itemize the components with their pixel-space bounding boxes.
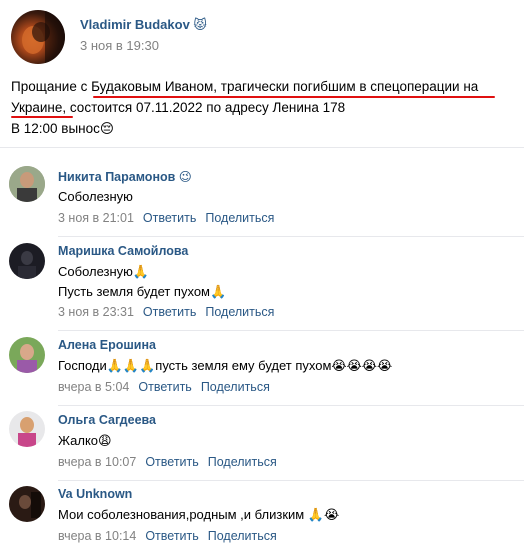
commenter-name[interactable]: Va Unknown <box>58 487 132 501</box>
post-text-segment: Прощание с <box>11 79 92 94</box>
comment-meta: 3 ноя в 23:31 Ответить Поделиться <box>58 305 274 319</box>
post-header: Vladimir Budakov 😾 3 ноя в 19:30 <box>0 0 524 70</box>
comment-text: Соболезную <box>58 189 133 204</box>
share-link[interactable]: Поделиться <box>208 529 277 543</box>
share-link[interactable]: Поделиться <box>208 455 277 469</box>
red-underline-mark <box>93 96 495 98</box>
comment-time[interactable]: 3 ноя в 23:31 <box>58 305 134 319</box>
comment-text: Мои соболезнования,родным ,и близким 🙏😭 <box>58 507 340 522</box>
avatar-image <box>9 166 45 202</box>
reply-link[interactable]: Ответить <box>138 380 191 394</box>
comment-time[interactable]: 3 ноя в 21:01 <box>58 211 134 225</box>
red-underline-mark <box>11 116 73 118</box>
commenter-name[interactable]: Маришка Самойлова <box>58 244 188 258</box>
comment-time[interactable]: вчера в 5:04 <box>58 380 129 394</box>
comment-text: Жалко😩 <box>58 433 112 448</box>
reply-link[interactable]: Ответить <box>145 455 198 469</box>
post-text: Прощание с Будаковым Иваном, трагически … <box>11 76 516 139</box>
reply-link[interactable]: Ответить <box>143 211 196 225</box>
underlined-text: Украине, <box>11 100 67 115</box>
comment-text: Соболезную🙏 <box>58 264 150 279</box>
comment-separator <box>58 405 524 406</box>
post-author-avatar[interactable] <box>11 10 65 64</box>
avatar-image <box>9 486 45 522</box>
reply-link[interactable]: Ответить <box>145 529 198 543</box>
commenter-avatar[interactable] <box>9 411 45 447</box>
commenter-avatar[interactable] <box>9 337 45 373</box>
commenter-name[interactable]: Никита Парамонов 😉 <box>58 169 192 184</box>
share-link[interactable]: Поделиться <box>205 211 274 225</box>
share-link[interactable]: Поделиться <box>201 380 270 394</box>
comment-separator <box>58 480 524 481</box>
post-date[interactable]: 3 ноя в 19:30 <box>80 38 159 53</box>
comment-meta: вчера в 10:07 Ответить Поделиться <box>58 455 277 469</box>
comment-separator <box>58 236 524 237</box>
commenter-avatar[interactable] <box>9 166 45 202</box>
post-author-name[interactable]: Vladimir Budakov 😾 <box>80 17 207 33</box>
avatar-image <box>9 337 45 373</box>
comment-text: Господи🙏🙏🙏пусть земля ему будет пухом😭😭😭… <box>58 358 393 373</box>
comment-meta: вчера в 5:04 Ответить Поделиться <box>58 380 270 394</box>
post-text-line-3: В 12:00 вынос😔 <box>11 121 114 136</box>
share-link[interactable]: Поделиться <box>205 305 274 319</box>
avatar-image <box>22 10 65 64</box>
avatar-image <box>9 411 45 447</box>
post-comments-divider <box>0 147 524 148</box>
reply-link[interactable]: Ответить <box>143 305 196 319</box>
comment-separator <box>58 330 524 331</box>
commenter-name[interactable]: Алена Ерошина <box>58 338 156 352</box>
comment-time[interactable]: вчера в 10:07 <box>58 455 136 469</box>
commenter-avatar[interactable] <box>9 243 45 279</box>
avatar-image <box>9 243 45 279</box>
post-text-line-2: Украине, состоится 07.11.2022 по адресу … <box>11 97 516 118</box>
comment-time[interactable]: вчера в 10:14 <box>58 529 136 543</box>
underlined-text: Будаковым Иваном, трагически погибшим в … <box>91 79 479 94</box>
post-text-segment: состоится 07.11.2022 по адресу Ленина 17… <box>66 100 346 115</box>
comment-text: Пусть земля будет пухом🙏 <box>58 284 227 299</box>
commenter-avatar[interactable] <box>9 486 45 522</box>
comment-meta: 3 ноя в 21:01 Ответить Поделиться <box>58 211 274 225</box>
commenter-name[interactable]: Ольга Сагдеева <box>58 413 156 427</box>
post-text-line-1: Прощание с Будаковым Иваном, трагически … <box>11 76 516 97</box>
comment-meta: вчера в 10:14 Ответить Поделиться <box>58 529 277 543</box>
